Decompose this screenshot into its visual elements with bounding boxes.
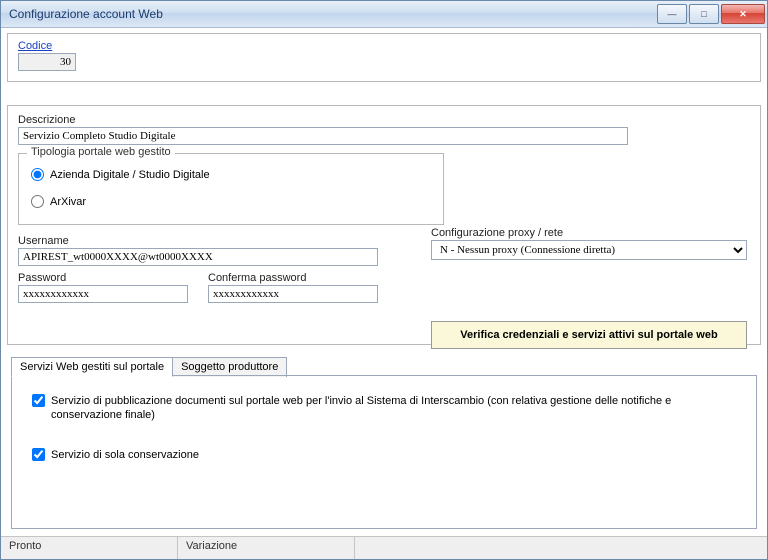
tab-body: Servizio di pubblicazione documenti sul … [11,375,757,529]
radio-azienda-digitale-label: Azienda Digitale / Studio Digitale [50,169,210,181]
portal-type-group: Tipologia portale web gestito Azienda Di… [18,153,444,225]
radio-arxivar-label: ArXivar [50,196,86,208]
client-area: Codice Descrizione Tipologia portale web… [1,27,767,535]
password-label: Password [18,272,188,284]
tab-soggetto-produttore-label: Soggetto produttore [181,361,278,373]
description-field[interactable] [18,127,628,145]
code-group: Codice [7,33,761,82]
code-field [18,53,76,71]
window: Configurazione account Web — □ ✕ Codice … [0,0,768,560]
service-conservation-label: Servizio di sola conservazione [51,448,199,462]
radio-arxivar[interactable]: ArXivar [31,195,431,208]
radio-arxivar-input[interactable] [31,195,44,208]
username-field[interactable] [18,248,378,266]
confirm-password-field[interactable] [208,285,378,303]
service-publication-row: Servizio di pubblicazione documenti sul … [32,394,736,422]
window-title: Configurazione account Web [9,7,657,21]
maximize-button[interactable]: □ [689,4,719,24]
close-button[interactable]: ✕ [721,4,765,24]
service-publication-checkbox[interactable] [32,394,45,407]
password-field[interactable] [18,285,188,303]
service-conservation-row: Servizio di sola conservazione [32,448,736,462]
status-left: Pronto [1,537,178,559]
titlebar: Configurazione account Web — □ ✕ [1,1,767,28]
proxy-label: Configurazione proxy / rete [431,227,747,239]
tab-soggetto-produttore[interactable]: Soggetto produttore [172,357,287,377]
radio-azienda-digitale[interactable]: Azienda Digitale / Studio Digitale [31,168,431,181]
description-label: Descrizione [18,114,750,126]
minimize-button[interactable]: — [657,4,687,24]
code-label[interactable]: Codice [18,40,750,52]
confirm-password-label: Conferma password [208,272,378,284]
verify-credentials-label: Verifica credenziali e servizi attivi su… [460,329,717,341]
tabs: Servizi Web gestiti sul portale Soggetto… [11,357,286,377]
service-conservation-checkbox[interactable] [32,448,45,461]
main-group: Descrizione Tipologia portale web gestit… [7,105,761,345]
radio-azienda-digitale-input[interactable] [31,168,44,181]
proxy-select[interactable]: N - Nessun proxy (Connessione diretta) [431,240,747,260]
verify-credentials-button[interactable]: Verifica credenziali e servizi attivi su… [431,321,747,349]
tab-servizi-web-label: Servizi Web gestiti sul portale [20,361,164,373]
portal-type-legend: Tipologia portale web gestito [27,146,175,158]
window-buttons: — □ ✕ [657,4,765,24]
service-publication-label: Servizio di pubblicazione documenti sul … [51,394,691,422]
status-mid: Variazione [178,537,355,559]
statusbar: Pronto Variazione [1,536,767,559]
proxy-group: Configurazione proxy / rete N - Nessun p… [431,227,747,260]
tab-servizi-web[interactable]: Servizi Web gestiti sul portale [11,357,173,377]
